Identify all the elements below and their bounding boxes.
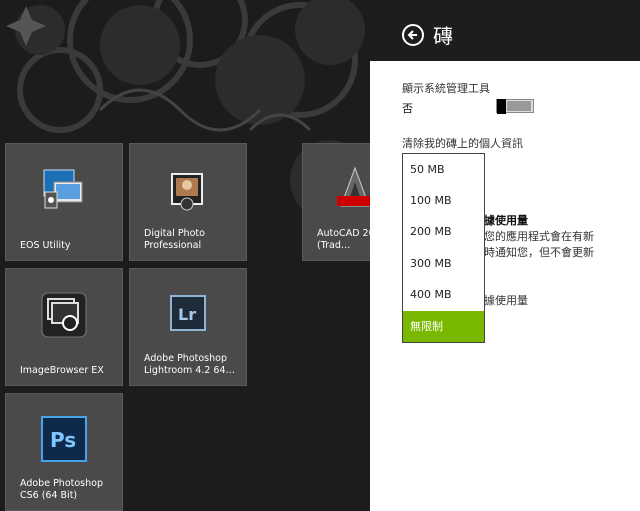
usage-heading-1: 據使用量 (484, 214, 528, 227)
tile-label: EOS Utility (20, 240, 71, 251)
svg-text:Lr: Lr (178, 305, 196, 324)
tile-label: Adobe Photoshop Lightroom 4.2 64… (144, 353, 236, 376)
tile-imagebrowser-ex[interactable]: ImageBrowser EX (5, 268, 123, 386)
show-admin-tools-label: 顯示系統管理工具 (402, 82, 490, 95)
tile-lightroom[interactable]: Lr Adobe Photoshop Lightroom 4.2 64… (129, 268, 247, 386)
back-button[interactable] (402, 24, 424, 46)
tile-label: AutoCAD 20… 體中文 (Trad… (317, 228, 370, 251)
imagebrowser-icon (40, 291, 88, 343)
dropdown-option-unlimited[interactable]: 無限制 (403, 311, 484, 342)
clear-info-label: 清除我的磚上的個人資訊 (402, 137, 523, 150)
show-admin-tools-toggle[interactable] (496, 99, 534, 114)
digital-photo-professional-icon (169, 172, 207, 216)
pane-title: 磚 (433, 24, 453, 48)
autocad-icon (337, 166, 370, 214)
tile-photoshop[interactable]: Ps Adobe Photoshop CS6 (64 Bit) (5, 393, 123, 511)
clear-info-dropdown-list[interactable]: 50 MB 100 MB 200 MB 300 MB 400 MB 無限制 (402, 153, 485, 343)
toggle-track (507, 101, 531, 111)
usage-description-line-2: 時通知您，但不會更新 (484, 246, 594, 259)
toggle-knob (497, 99, 506, 114)
dropdown-option-200mb[interactable]: 200 MB (403, 216, 484, 247)
svg-text:Ps: Ps (50, 428, 76, 452)
tile-autocad[interactable]: AutoCAD 20… 體中文 (Trad… (302, 143, 370, 261)
dropdown-option-50mb[interactable]: 50 MB (403, 154, 484, 185)
usage-description-line-1: 您的應用程式會在有新 (484, 230, 594, 243)
tile-digital-photo-professional[interactable]: Digital Photo Professional (129, 143, 247, 261)
eos-utility-icon (42, 168, 86, 216)
photoshop-icon: Ps (41, 416, 87, 466)
tile-label: Digital Photo Professional (144, 228, 205, 251)
back-arrow-icon (407, 30, 417, 40)
start-screen: EOS Utility Digital Photo Professional A… (0, 0, 370, 511)
dropdown-option-400mb[interactable]: 400 MB (403, 279, 484, 310)
tile-eos-utility[interactable]: EOS Utility (5, 143, 123, 261)
dropdown-option-300mb[interactable]: 300 MB (403, 248, 484, 279)
usage-heading-2: 據使用量 (484, 294, 528, 307)
tile-label: ImageBrowser EX (20, 365, 104, 376)
tile-label: Adobe Photoshop CS6 (64 Bit) (20, 478, 103, 501)
show-admin-tools-value: 否 (402, 102, 413, 115)
pane-header: 磚 (370, 0, 640, 61)
lightroom-icon: Lr (170, 295, 206, 335)
dropdown-option-100mb[interactable]: 100 MB (403, 185, 484, 216)
